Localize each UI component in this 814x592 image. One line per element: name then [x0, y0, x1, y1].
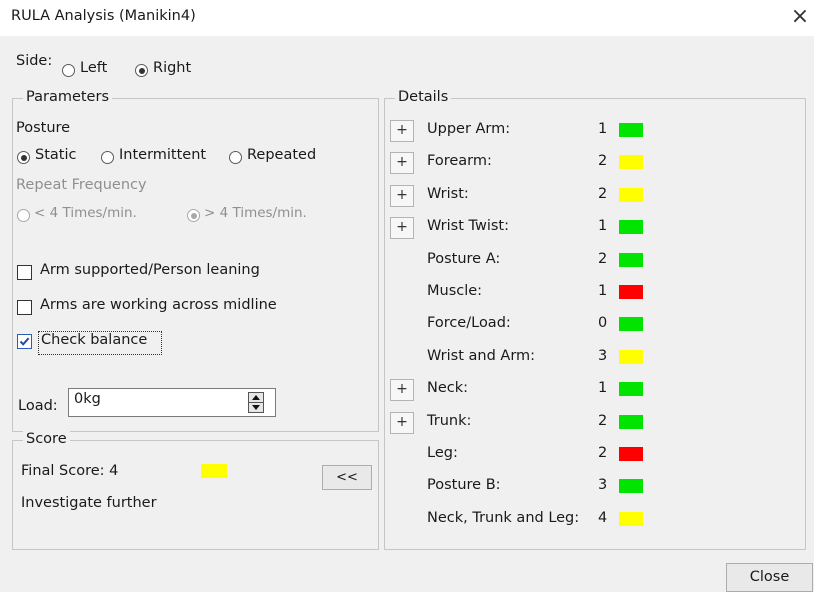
detail-value: 1	[598, 283, 608, 299]
detail-color-swatch	[619, 415, 643, 429]
detail-color-swatch	[619, 350, 643, 364]
side-left-label[interactable]: Left	[80, 60, 107, 76]
detail-label: Neck:	[427, 380, 469, 396]
detail-value: 3	[598, 348, 608, 364]
dialog-body: Side: Left Right Parameters Posture Stat…	[0, 36, 814, 592]
expand-button[interactable]: +	[390, 217, 414, 239]
detail-value: 2	[598, 153, 608, 169]
detail-color-swatch	[619, 285, 643, 299]
detail-value: 4	[598, 510, 608, 526]
arm-supported-checkbox[interactable]	[17, 265, 32, 280]
posture-static-label[interactable]: Static	[35, 147, 76, 163]
detail-color-swatch	[619, 447, 643, 461]
detail-color-swatch	[619, 512, 643, 526]
detail-label: Trunk:	[427, 413, 472, 429]
final-score-swatch	[201, 464, 227, 478]
detail-label: Posture A:	[427, 251, 501, 267]
posture-label: Posture	[16, 120, 71, 136]
detail-color-swatch	[619, 155, 643, 169]
posture-repeated-radio[interactable]	[229, 151, 242, 164]
detail-value: 1	[598, 218, 608, 234]
repeat-frequency-label: Repeat Frequency	[16, 177, 147, 193]
score-message: Investigate further	[21, 495, 157, 511]
posture-intermittent-radio[interactable]	[101, 151, 114, 164]
detail-label: Neck, Trunk and Leg:	[427, 510, 580, 526]
detail-label: Wrist Twist:	[427, 218, 509, 234]
detail-color-swatch	[619, 188, 643, 202]
repeat-more-label[interactable]: > 4 Times/min.	[204, 205, 307, 221]
detail-color-swatch	[619, 220, 643, 234]
arms-midline-checkbox[interactable]	[17, 300, 32, 315]
load-input-value: 0kg	[74, 391, 101, 407]
spin-up-icon	[252, 395, 260, 400]
load-spin-down-button[interactable]	[248, 402, 264, 413]
checkmark-icon	[19, 337, 30, 346]
detail-label: Upper Arm:	[427, 121, 511, 137]
detail-label: Posture B:	[427, 477, 501, 493]
expand-button[interactable]: +	[390, 152, 414, 174]
detail-value: 2	[598, 251, 608, 267]
detail-color-swatch	[619, 479, 643, 493]
detail-value: 2	[598, 186, 608, 202]
detail-value: 1	[598, 121, 608, 137]
side-left-radio[interactable]	[62, 64, 75, 77]
repeat-less-radio[interactable]	[17, 209, 30, 222]
detail-color-swatch	[619, 317, 643, 331]
window-title: RULA Analysis (Manikin4)	[11, 8, 196, 24]
close-button[interactable]: Close	[726, 563, 813, 592]
detail-label: Force/Load:	[427, 315, 511, 331]
detail-label: Wrist and Arm:	[427, 348, 536, 364]
expand-button[interactable]: +	[390, 120, 414, 142]
final-score-label: Final Score: 4	[21, 463, 119, 479]
detail-label: Wrist:	[427, 186, 469, 202]
side-right-label[interactable]: Right	[153, 60, 191, 76]
window-close-icon[interactable]: ×	[786, 2, 814, 32]
side-label: Side:	[16, 53, 53, 69]
detail-value: 3	[598, 477, 608, 493]
side-right-radio[interactable]	[135, 64, 148, 77]
posture-repeated-label[interactable]: Repeated	[247, 147, 316, 163]
load-input[interactable]: 0kg	[68, 388, 276, 417]
arm-supported-label[interactable]: Arm supported/Person leaning	[40, 262, 260, 278]
detail-value: 2	[598, 413, 608, 429]
posture-static-radio[interactable]	[17, 151, 30, 164]
check-balance-label[interactable]: Check balance	[41, 332, 147, 348]
parameters-group-label: Parameters	[23, 89, 112, 105]
detail-color-swatch	[619, 382, 643, 396]
score-group-label: Score	[23, 431, 70, 447]
expand-button[interactable]: +	[390, 379, 414, 401]
check-balance-checkbox[interactable]	[17, 334, 32, 349]
arms-midline-label[interactable]: Arms are working across midline	[40, 297, 277, 313]
expand-button[interactable]: +	[390, 185, 414, 207]
detail-label: Muscle:	[427, 283, 483, 299]
detail-label: Leg:	[427, 445, 458, 461]
spin-down-icon	[252, 405, 260, 410]
title-bar: RULA Analysis (Manikin4) ×	[0, 0, 814, 36]
collapse-button[interactable]: <<	[322, 465, 372, 490]
details-group-label: Details	[395, 89, 452, 105]
load-label: Load:	[18, 398, 58, 414]
repeat-less-label[interactable]: < 4 Times/min.	[34, 205, 137, 221]
detail-label: Forearm:	[427, 153, 492, 169]
detail-value: 1	[598, 380, 608, 396]
posture-intermittent-label[interactable]: Intermittent	[119, 147, 206, 163]
detail-color-swatch	[619, 123, 643, 137]
detail-color-swatch	[619, 253, 643, 267]
detail-value: 0	[598, 315, 608, 331]
repeat-more-radio[interactable]	[187, 209, 200, 222]
expand-button[interactable]: +	[390, 412, 414, 434]
detail-value: 2	[598, 445, 608, 461]
